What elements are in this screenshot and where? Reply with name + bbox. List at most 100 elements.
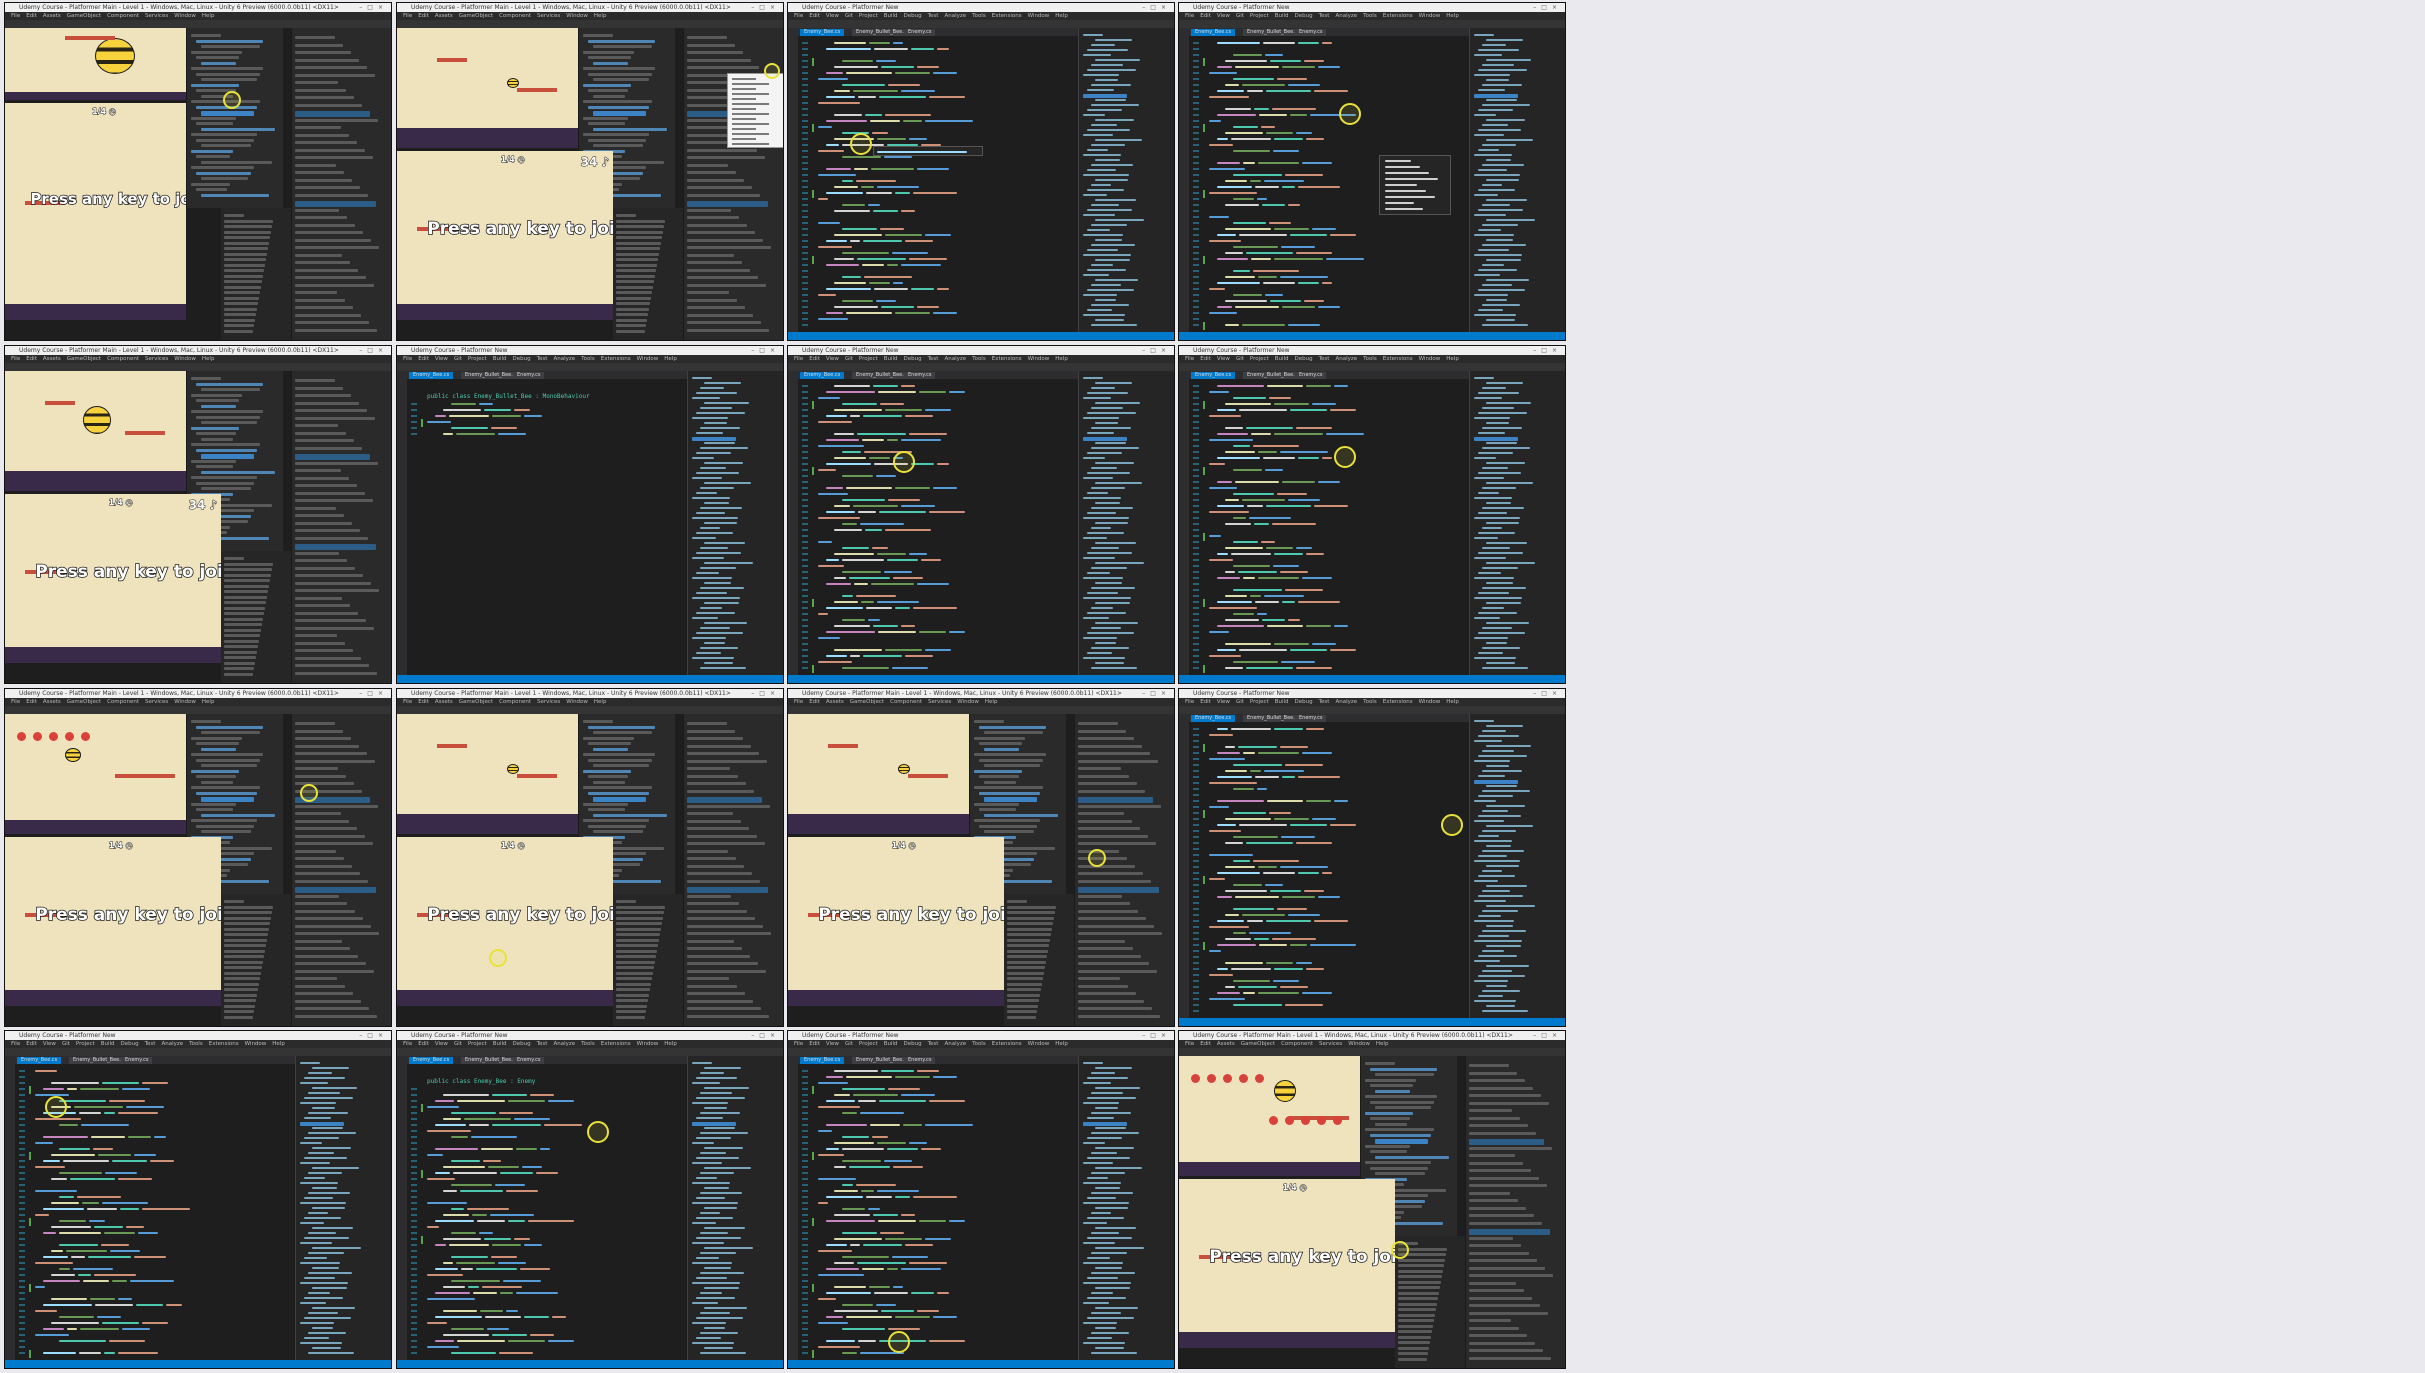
inspector-field[interactable] — [1468, 1101, 1549, 1105]
inspector-field[interactable] — [294, 506, 336, 510]
solution-item[interactable] — [1086, 89, 1114, 91]
project-item[interactable] — [616, 911, 665, 914]
hierarchy-row[interactable] — [196, 791, 258, 795]
window-controls-icon[interactable]: –□× — [1533, 346, 1562, 355]
window-controls-icon[interactable]: –□× — [1142, 689, 1171, 698]
solution-item[interactable] — [695, 652, 721, 654]
project-item[interactable] — [616, 225, 665, 228]
solution-item[interactable] — [691, 1242, 724, 1244]
solution-item[interactable] — [1090, 467, 1117, 469]
solution-item[interactable] — [1473, 214, 1506, 216]
inspector-field[interactable] — [1077, 782, 1137, 785]
solution-item[interactable] — [299, 1162, 330, 1164]
hierarchy-row[interactable] — [974, 720, 1005, 723]
hierarchy-row[interactable] — [984, 731, 1044, 734]
menu-item[interactable]: Git — [845, 13, 853, 19]
solution-item[interactable] — [1090, 324, 1137, 326]
inspector-field[interactable] — [294, 416, 375, 420]
inspector-field[interactable] — [294, 879, 368, 883]
code-editor[interactable]: public class Enemy_Bullet_Bee : MonoBeha… — [407, 379, 687, 675]
solution-item[interactable] — [703, 1347, 733, 1349]
hierarchy-row[interactable] — [191, 34, 222, 37]
hierarchy-row[interactable] — [979, 758, 1044, 762]
solution-item[interactable] — [699, 1072, 724, 1074]
solution-item[interactable] — [1082, 174, 1129, 176]
inspector-field[interactable] — [294, 499, 373, 502]
solution-item[interactable] — [1086, 169, 1116, 171]
solution-item[interactable] — [1094, 319, 1124, 321]
toolbar[interactable] — [788, 1048, 1174, 1056]
solution-item[interactable] — [311, 1107, 335, 1109]
solution-item[interactable] — [1477, 935, 1509, 937]
inspector-field[interactable] — [1077, 879, 1151, 883]
menu-item[interactable]: Component — [107, 13, 139, 19]
solution-item[interactable] — [1086, 49, 1128, 51]
editor-tab[interactable]: Enemy_Bee.cs — [409, 1057, 454, 1064]
inspector-field[interactable] — [686, 51, 743, 54]
solution-item[interactable] — [699, 587, 744, 589]
hierarchy-row[interactable] — [979, 742, 1023, 745]
code-editor[interactable] — [1189, 722, 1469, 1018]
menu-item[interactable]: Edit — [809, 699, 820, 705]
menu-item[interactable]: Window — [957, 699, 979, 705]
menu-item[interactable]: Project — [1250, 13, 1269, 19]
solution-item[interactable] — [1481, 44, 1506, 46]
context-menu-item[interactable] — [732, 118, 756, 120]
solution-item[interactable] — [1090, 1152, 1117, 1154]
project-item[interactable] — [616, 944, 659, 947]
hierarchy-row[interactable] — [593, 144, 644, 147]
hierarchy-row[interactable] — [583, 802, 629, 806]
menu-item[interactable]: Build — [1275, 699, 1289, 705]
project-item[interactable] — [224, 966, 263, 969]
solution-item[interactable] — [1094, 662, 1124, 664]
inspector-field[interactable] — [686, 291, 729, 294]
inspector-field[interactable] — [1468, 1349, 1543, 1352]
solution-item[interactable] — [1082, 314, 1125, 316]
inspector-field[interactable] — [686, 66, 759, 69]
solution-item[interactable] — [691, 1342, 734, 1344]
toolbar[interactable] — [1179, 1048, 1565, 1056]
project-item[interactable] — [224, 302, 259, 305]
solution-item[interactable] — [1481, 64, 1514, 66]
solution-item[interactable] — [1481, 244, 1526, 246]
solution-item[interactable] — [307, 1232, 336, 1234]
hierarchy-row[interactable] — [583, 34, 614, 37]
solution-item[interactable] — [1090, 1232, 1119, 1234]
inspector-field[interactable] — [1077, 834, 1148, 838]
solution-item[interactable] — [703, 502, 729, 504]
hierarchy-row[interactable] — [984, 764, 1041, 767]
solution-item[interactable] — [299, 1122, 344, 1126]
vs-left-toolbar[interactable] — [397, 1056, 407, 1360]
solution-item[interactable] — [1090, 547, 1119, 549]
solution-item[interactable] — [1481, 527, 1502, 529]
inspector-field[interactable] — [294, 476, 349, 480]
solution-item[interactable] — [695, 412, 745, 414]
hierarchy-row[interactable] — [588, 775, 629, 778]
menu-bar[interactable]: File Edit Assets GameObject Component Service… — [788, 698, 1174, 706]
editor-tab[interactable]: Enemy.cs — [121, 1057, 153, 1064]
inspector-field[interactable] — [686, 178, 744, 182]
menu-item[interactable]: Tools — [189, 1041, 203, 1047]
solution-item[interactable] — [1086, 532, 1124, 534]
inspector-field[interactable] — [294, 133, 349, 137]
inspector-field[interactable] — [1077, 759, 1158, 763]
solution-item[interactable] — [1485, 905, 1535, 907]
inspector-field[interactable] — [686, 283, 766, 287]
solution-item[interactable] — [1094, 1267, 1122, 1269]
hierarchy-row[interactable] — [191, 819, 258, 822]
solution-item[interactable] — [691, 1222, 716, 1224]
menu-item[interactable]: Help — [1446, 356, 1459, 362]
inspector-field[interactable] — [1077, 737, 1134, 740]
menu-item[interactable]: Git — [454, 1041, 462, 1047]
hierarchy-row[interactable] — [191, 410, 264, 413]
solution-item[interactable] — [1477, 855, 1507, 857]
solution-item[interactable] — [691, 417, 728, 419]
solution-item[interactable] — [1477, 572, 1501, 574]
inspector-field[interactable] — [686, 231, 755, 234]
inspector-field[interactable] — [1468, 1296, 1532, 1300]
solution-item[interactable] — [1481, 567, 1518, 569]
solution-item[interactable] — [1086, 109, 1122, 111]
hierarchy-row[interactable] — [201, 78, 258, 81]
inspector-field[interactable] — [1468, 1154, 1515, 1157]
menu-item[interactable]: Git — [845, 356, 853, 362]
